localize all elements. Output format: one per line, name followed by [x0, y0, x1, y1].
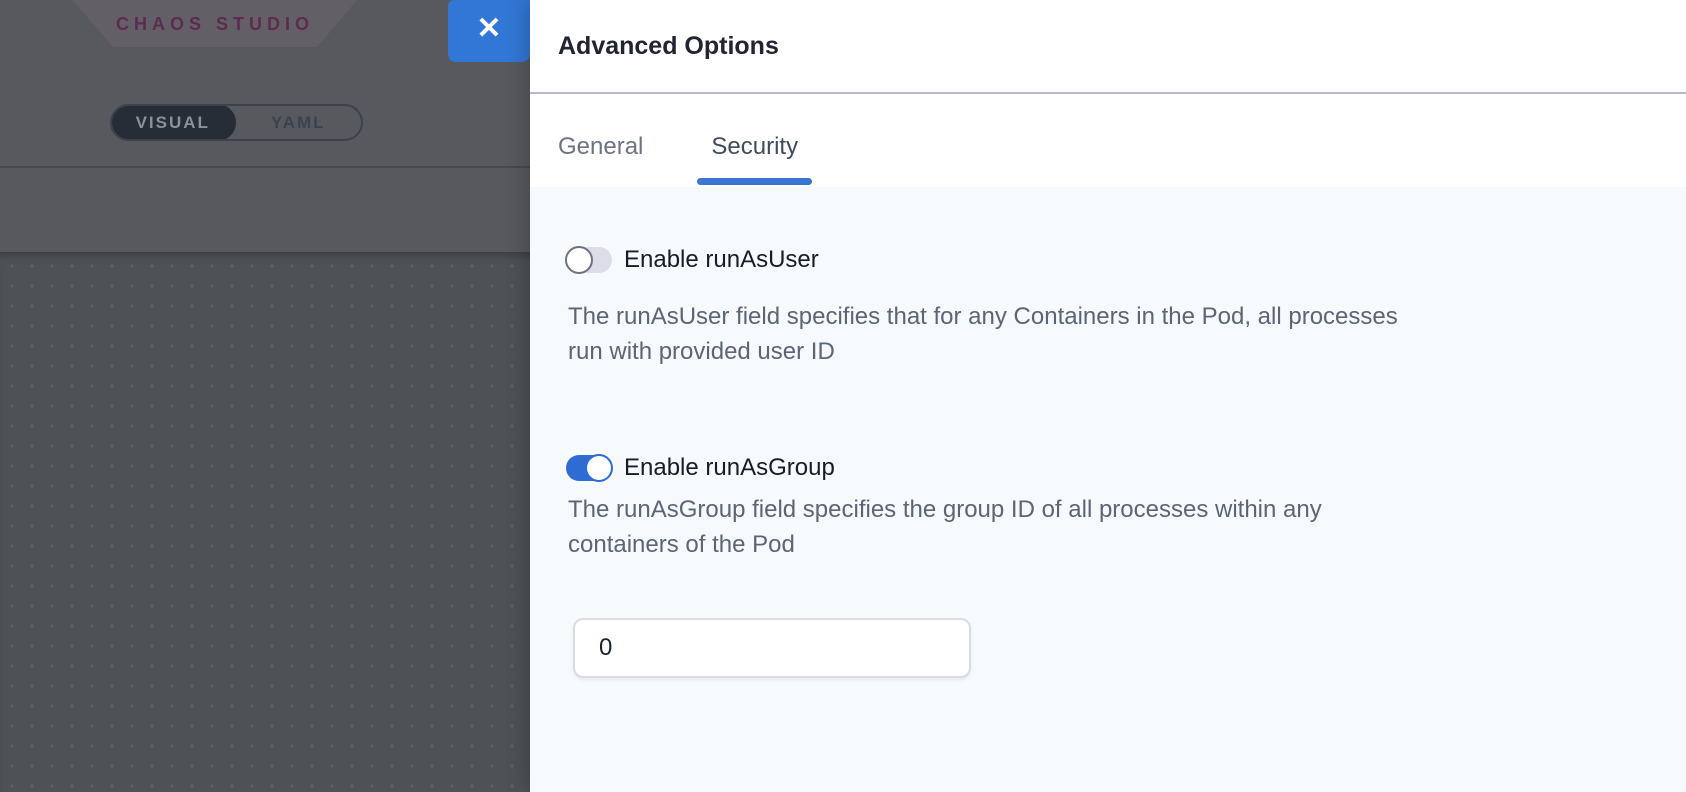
toggle-knob [565, 246, 593, 274]
tab-general[interactable]: General [558, 119, 643, 185]
drawer-tabs: General Security [558, 118, 798, 186]
visual-tab[interactable]: VISUAL [110, 104, 236, 141]
run-as-user-toggle[interactable] [566, 247, 612, 273]
close-drawer-button[interactable]: ✕ [448, 0, 530, 62]
tab-security[interactable]: Security [711, 119, 798, 185]
toggle-knob [585, 454, 613, 482]
brand-title: CHAOS STUDIO [116, 12, 314, 35]
workflow-canvas [0, 252, 530, 792]
visual-tab-label: VISUAL [136, 113, 210, 133]
run-as-group-toggle[interactable] [566, 455, 612, 481]
drawer-header: Advanced Options [530, 0, 1686, 94]
run-as-group-label: Enable runAsGroup [624, 454, 835, 482]
dimmed-background-page: CHAOS STUDIO VISUAL YAML [0, 0, 530, 792]
run-as-group-row: Enable runAsGroup [566, 454, 835, 482]
brand-banner: CHAOS STUDIO [73, 0, 357, 47]
advanced-options-drawer: Advanced Options General Security Enable… [530, 0, 1686, 792]
run-as-user-row: Enable runAsUser [566, 246, 819, 274]
visual-yaml-toggle[interactable]: VISUAL YAML [110, 104, 363, 141]
close-icon: ✕ [476, 14, 501, 48]
drawer-title: Advanced Options [558, 32, 779, 61]
run-as-group-description: The runAsGroup field specifies the group… [568, 492, 1628, 562]
canvas-toolbar [0, 170, 530, 252]
yaml-tab[interactable]: YAML [236, 106, 362, 139]
run-as-user-description: The runAsUser field specifies that for a… [568, 299, 1628, 369]
yaml-tab-label: YAML [271, 113, 326, 133]
security-tab-panel: Enable runAsUser The runAsUser field spe… [530, 187, 1686, 792]
run-as-group-value-input[interactable] [573, 618, 971, 678]
run-as-user-label: Enable runAsUser [624, 246, 819, 274]
